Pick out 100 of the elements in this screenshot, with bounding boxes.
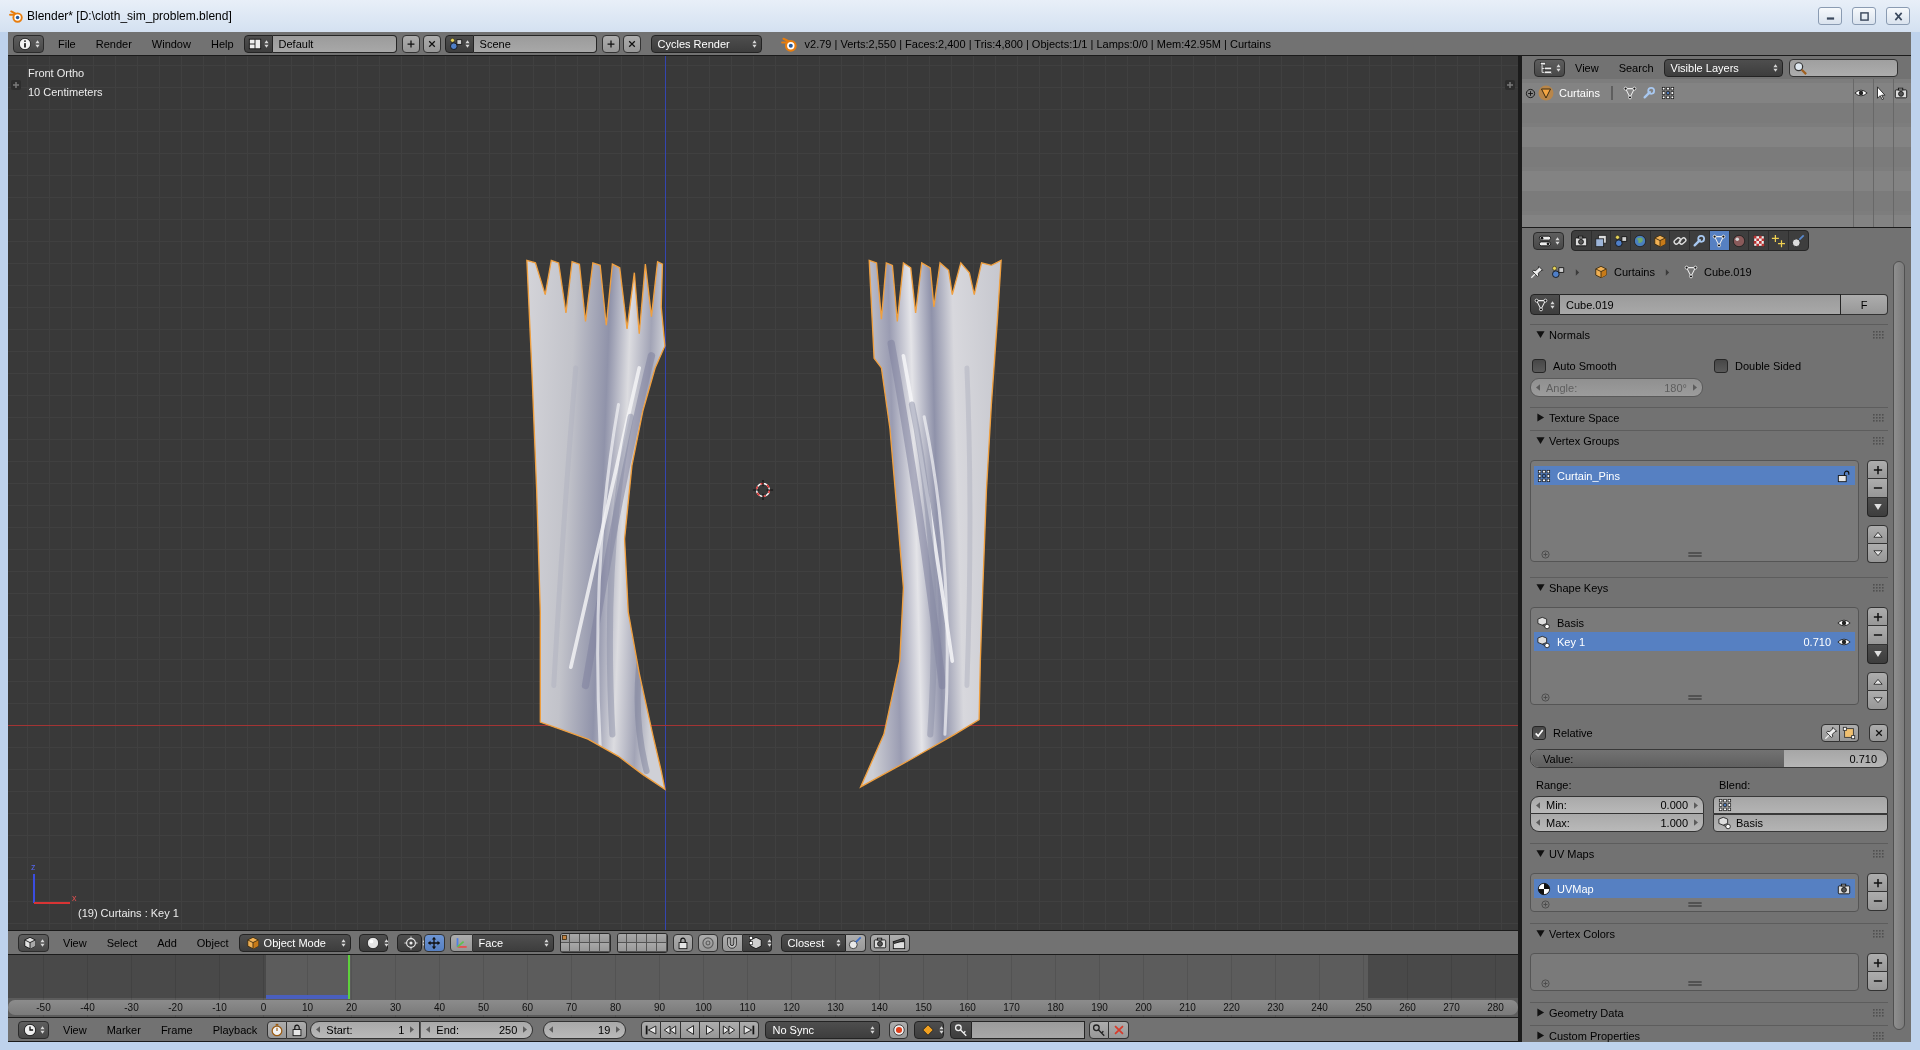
layer-button[interactable] <box>637 933 647 943</box>
maximize-button[interactable] <box>1852 7 1876 25</box>
editor-type-button[interactable] <box>1534 58 1565 77</box>
remove-button[interactable] <box>1867 892 1888 911</box>
minimize-button[interactable] <box>1818 7 1842 25</box>
remove-button[interactable] <box>1867 972 1888 991</box>
menu-item[interactable]: View <box>53 1020 97 1039</box>
layer-button[interactable] <box>560 933 571 943</box>
pivot-dropdown[interactable] <box>396 933 422 952</box>
move-down-button[interactable] <box>1867 544 1888 563</box>
add-button[interactable] <box>1867 460 1888 479</box>
close-button[interactable] <box>1886 7 1910 25</box>
preview-range-button[interactable] <box>267 1020 288 1039</box>
render-image-button[interactable] <box>869 933 890 952</box>
layer-button[interactable] <box>627 942 638 952</box>
menu-item[interactable]: Render <box>85 34 142 53</box>
layer-button[interactable] <box>647 933 657 943</box>
list-item[interactable]: UVMap <box>1534 879 1855 898</box>
3d-viewport[interactable]: Front Ortho 10 Centimeters (19) Curtains : Key 1 z x <box>8 56 1518 930</box>
frame-ruler[interactable]: -50 -40 -30 -20 -10 0 10 20 30 40 50 60 70 80 90 100 110 120 130 140 150 160 170 180 190 200 210 220 230 240 250 260 270 280 <box>8 1000 1518 1015</box>
delete-keyframe-button[interactable] <box>1109 1020 1130 1039</box>
layer-button[interactable] <box>570 942 581 952</box>
panel-header[interactable]: Custom Properties <box>1530 1025 1888 1042</box>
mesh-browse-button[interactable] <box>1530 294 1560 315</box>
keying-set-field[interactable] <box>972 1020 1086 1039</box>
sidebar-toggle-button[interactable] <box>1505 80 1515 90</box>
display-mode-dropdown[interactable]: Visible Layers <box>1663 58 1783 77</box>
layout-browse-button[interactable] <box>243 34 273 53</box>
move-up-button[interactable] <box>1867 672 1888 691</box>
shape-key-value[interactable]: 0.710 <box>1803 635 1831 648</box>
layer-button[interactable] <box>656 933 667 943</box>
current-frame-field[interactable]: 19 <box>543 1020 627 1039</box>
context-tab[interactable] <box>1572 231 1592 250</box>
timeline[interactable]: -50 -40 -30 -20 -10 0 10 20 30 40 50 60 70 80 90 100 110 120 130 140 150 160 170 180 190 200 210 220 230 240 250 260 270 280 <box>8 955 1518 1017</box>
expand-icon[interactable] <box>1525 87 1536 99</box>
list-item[interactable]: Basis <box>1534 613 1855 632</box>
layer-button[interactable] <box>580 942 590 952</box>
proportional-edit-button[interactable] <box>697 933 718 952</box>
manipulator-toggle[interactable] <box>423 933 445 952</box>
search-field[interactable] <box>1788 58 1898 77</box>
layout-name-field[interactable]: Default <box>272 34 397 53</box>
editor-type-button[interactable] <box>18 1020 49 1039</box>
toolshelf-toggle-button[interactable] <box>11 80 21 90</box>
panel-header[interactable]: Vertex Groups <box>1530 430 1888 450</box>
menu-item[interactable]: Search <box>1608 58 1664 77</box>
editor-type-button[interactable] <box>13 34 44 53</box>
start-frame-field[interactable]: Start: 1 <box>310 1020 421 1039</box>
snap-rotation-toggle[interactable] <box>845 933 866 952</box>
list-item[interactable]: Curtain_Pins <box>1534 466 1855 485</box>
pin-button[interactable] <box>1530 265 1544 279</box>
menu-item[interactable]: Frame <box>150 1020 203 1039</box>
keyframe-type-dropdown[interactable] <box>914 1020 945 1039</box>
playback-button[interactable] <box>680 1020 701 1039</box>
list-item[interactable]: Key 1 0.710 <box>1534 632 1855 651</box>
lock-range-button[interactable] <box>287 1020 308 1039</box>
context-tab[interactable] <box>1670 231 1691 250</box>
layer-button[interactable] <box>617 942 628 952</box>
orientation-button[interactable] <box>449 933 473 952</box>
relative-key-field[interactable]: Basis <box>1713 814 1888 832</box>
menu-item[interactable]: Window <box>141 34 201 53</box>
layer-button[interactable] <box>627 933 638 943</box>
mode-dropdown[interactable]: Object Mode <box>238 933 351 952</box>
menu-item[interactable]: Playback <box>202 1020 268 1039</box>
layer-button[interactable] <box>637 942 647 952</box>
specials-button[interactable] <box>1867 645 1888 664</box>
menu-item[interactable]: File <box>48 34 86 53</box>
snap-toggle[interactable] <box>721 933 743 952</box>
context-tab[interactable] <box>1690 231 1710 250</box>
scene-name-field[interactable]: Scene <box>473 34 597 53</box>
menu-item[interactable]: View <box>1565 58 1609 77</box>
render-engine-dropdown[interactable]: Cycles Render <box>650 34 762 53</box>
playback-button[interactable] <box>661 1020 681 1039</box>
insert-keyframe-button[interactable] <box>1089 1020 1110 1039</box>
menu-item[interactable]: Marker <box>96 1020 151 1039</box>
scene-browse-button[interactable] <box>444 34 474 53</box>
snap-element-dropdown[interactable] <box>742 933 772 952</box>
playback-button[interactable] <box>739 1020 760 1039</box>
playback-button[interactable] <box>720 1020 740 1039</box>
editor-type-button[interactable] <box>18 933 49 952</box>
layer-button[interactable] <box>656 942 667 952</box>
add-button[interactable] <box>1867 607 1888 626</box>
sync-dropdown[interactable]: No Sync <box>765 1020 881 1039</box>
add-button[interactable] <box>1867 953 1888 972</box>
vertex-group-field[interactable] <box>1713 796 1888 814</box>
pin-shape-button[interactable] <box>1821 724 1840 742</box>
checkbox[interactable] <box>1532 726 1546 740</box>
menu-item[interactable]: Help <box>200 34 244 53</box>
menu-item[interactable]: View <box>53 933 97 952</box>
panel-header[interactable]: UV Maps <box>1530 843 1888 863</box>
end-frame-field[interactable]: End: 250 <box>420 1020 534 1039</box>
outliner-item-name[interactable]: Curtains <box>1559 87 1600 99</box>
menu-item[interactable]: Object <box>186 933 239 952</box>
remove-button[interactable] <box>1867 479 1888 498</box>
move-down-button[interactable] <box>1867 691 1888 710</box>
layer-button[interactable] <box>599 942 610 952</box>
clear-button[interactable] <box>1869 724 1888 742</box>
shading-dropdown[interactable] <box>358 933 388 952</box>
remove-button[interactable] <box>622 34 641 53</box>
move-up-button[interactable] <box>1867 525 1888 544</box>
lock-button[interactable] <box>672 933 693 952</box>
